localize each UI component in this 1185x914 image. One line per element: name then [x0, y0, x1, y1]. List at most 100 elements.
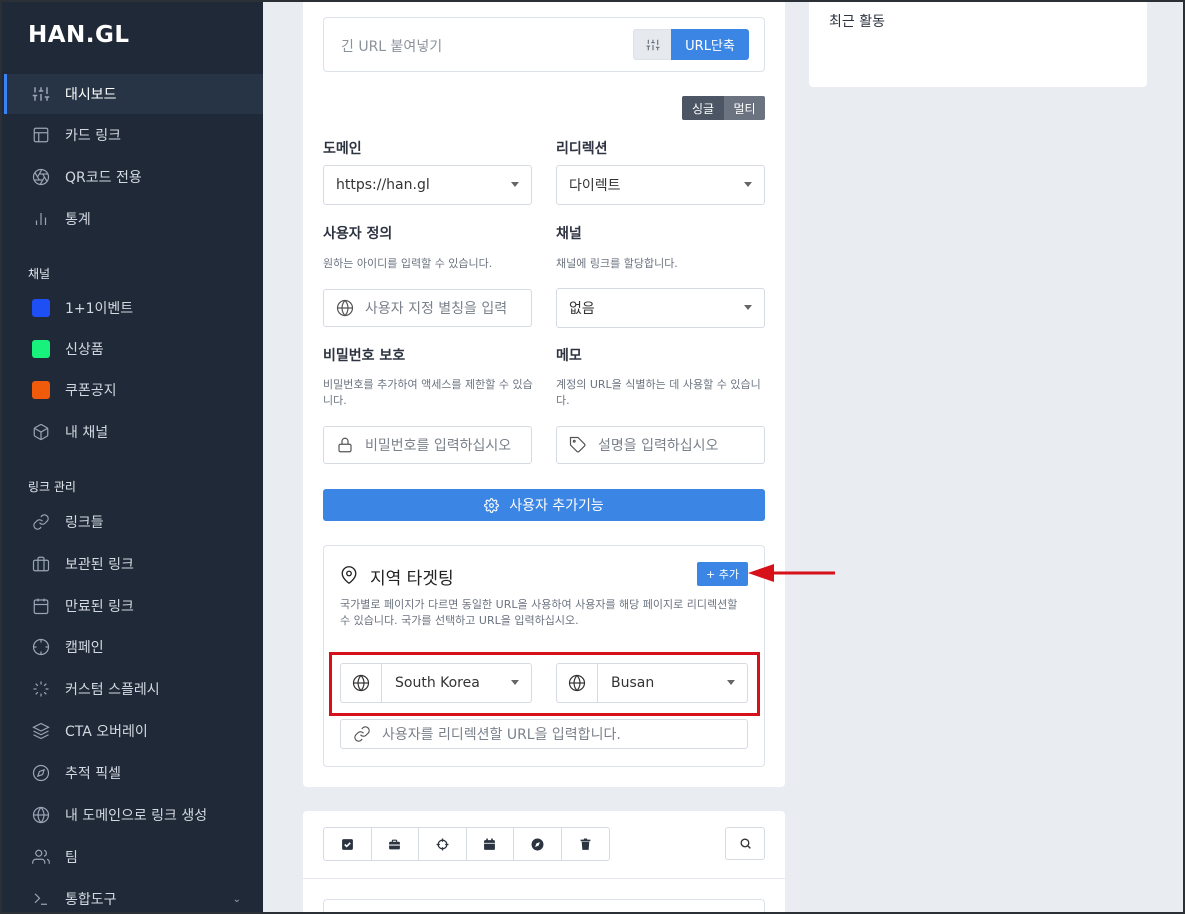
sliders-icon — [646, 39, 659, 50]
terminal-icon — [32, 890, 50, 908]
sidebar-item-campaign[interactable]: 캠페인 — [4, 627, 263, 667]
password-placeholder: 비밀번호를 입력하십시오 — [365, 438, 512, 454]
pixel-button[interactable] — [514, 828, 562, 860]
caret-down-icon — [744, 305, 752, 310]
globe-icon — [336, 299, 354, 317]
check-square-icon — [341, 838, 353, 850]
trash-icon — [580, 838, 591, 850]
sidebar-item-label: 내 도메인으로 링크 생성 — [65, 808, 208, 824]
sidebar-item-label: 카드 링크 — [65, 128, 121, 144]
crosshair-icon — [436, 838, 449, 850]
recent-activity-title: 최근 활동 — [829, 14, 885, 30]
sidebar-item-team[interactable]: 팀 — [4, 837, 263, 877]
briefcase-icon — [32, 555, 50, 573]
password-help: 비밀번호를 추가하여 액세스를 제한할 수 있습니다. — [323, 378, 533, 407]
password-label: 비밀번호 보호 — [323, 348, 406, 364]
domain-select-value: https://han.gl — [336, 177, 430, 193]
channel-color-swatch — [32, 299, 50, 317]
channel-label: 채널 — [556, 226, 582, 242]
sidebar-item-label: 보관된 링크 — [65, 557, 134, 573]
mode-single-button[interactable]: 싱글 — [682, 96, 724, 120]
campaign-button[interactable] — [419, 828, 467, 860]
options-button[interactable] — [633, 29, 672, 60]
section-channels: 채널 — [28, 267, 51, 281]
layers-icon — [32, 722, 50, 740]
link-icon — [353, 725, 371, 743]
delete-button[interactable] — [562, 828, 610, 860]
mode-multi-button[interactable]: 멀티 — [724, 96, 765, 120]
select-all-button[interactable] — [324, 828, 372, 860]
caret-down-icon — [511, 182, 519, 187]
compass-icon — [531, 838, 544, 850]
highlight-box — [329, 652, 760, 716]
sidebar-item-my-channel[interactable]: 내 채널 — [4, 412, 263, 452]
sidebar-item-label: 만료된 링크 — [65, 599, 134, 615]
password-input[interactable]: 비밀번호를 입력하십시오 — [323, 426, 532, 464]
long-url-input[interactable]: 긴 URL 붙여넣기 — [341, 36, 442, 56]
annotation-arrow — [748, 564, 835, 582]
sidebar-item-label: 팀 — [65, 850, 78, 866]
sidebar-item-label: 추적 픽셀 — [65, 766, 121, 782]
sidebar-item-card-link[interactable]: 카드 링크 — [4, 115, 263, 155]
memo-input[interactable]: 설명을 입력하십시오 — [556, 426, 765, 464]
memo-help: 계정의 URL을 식별하는 데 사용할 수 있습니다. — [556, 378, 761, 407]
list-item — [323, 899, 765, 914]
sliders-icon — [32, 85, 50, 103]
sidebar-item-pixel[interactable]: 추적 픽셀 — [4, 753, 263, 793]
sidebar: HAN.GL 대시보드 카드 링크 QR코드 전용 통계 채널 1+1이벤트 신… — [0, 0, 263, 914]
sidebar-item-stats[interactable]: 통계 — [4, 199, 263, 239]
gear-icon — [484, 497, 500, 513]
link-icon — [32, 513, 50, 531]
geo-redirect-url-input[interactable]: 사용자를 리디렉션할 URL을 입력합니다. — [340, 719, 748, 749]
caret-down-icon — [744, 182, 752, 187]
sidebar-item-integrations[interactable]: 통합도구 ⌄ — [4, 879, 263, 914]
redirect-select-value: 다이렉트 — [569, 178, 621, 194]
geo-add-button[interactable]: + 추가 — [697, 562, 748, 586]
sidebar-item-label: 쿠폰공지 — [65, 383, 117, 399]
compass-icon — [32, 764, 50, 782]
crosshair-icon — [32, 638, 50, 656]
channel-color-swatch — [32, 340, 50, 358]
users-icon — [32, 848, 50, 866]
calendar-button[interactable] — [467, 828, 514, 860]
sidebar-item-label: 신상품 — [65, 342, 104, 358]
custom-alias-placeholder: 사용자 지정 별칭을 입력 — [365, 301, 508, 317]
brand-logo[interactable]: HAN.GL — [28, 22, 130, 48]
bulk-actions-toolbar — [323, 827, 610, 861]
search-button[interactable] — [725, 827, 765, 860]
sidebar-item-links[interactable]: 링크들 — [4, 502, 263, 542]
channel-select[interactable]: 없음 — [556, 288, 765, 328]
geo-redirect-url-placeholder: 사용자를 리디렉션할 URL을 입력합니다. — [382, 727, 621, 743]
sidebar-item-archived[interactable]: 보관된 링크 — [4, 544, 263, 584]
sidebar-item-label: 1+1이벤트 — [65, 301, 134, 317]
tag-icon — [569, 436, 587, 454]
domain-select[interactable]: https://han.gl — [323, 165, 532, 205]
url-input-group: 긴 URL 붙여넣기 URL단축 — [323, 17, 765, 72]
sidebar-item-qr[interactable]: QR코드 전용 — [4, 157, 263, 197]
lock-icon — [336, 436, 354, 454]
sidebar-item-dashboard[interactable]: 대시보드 — [4, 74, 263, 114]
sidebar-item-label: 캠페인 — [65, 640, 104, 656]
globe-icon — [32, 806, 50, 824]
memo-placeholder: 설명을 입력하십시오 — [598, 438, 719, 454]
custom-alias-input[interactable]: 사용자 지정 별칭을 입력 — [323, 289, 532, 327]
shorten-button[interactable]: URL단축 — [671, 29, 749, 60]
sidebar-item-channel-1[interactable]: 1+1이벤트 — [4, 288, 263, 328]
channel-help: 채널에 링크를 할당합니다. — [556, 257, 678, 270]
sidebar-item-expired[interactable]: 만료된 링크 — [4, 586, 263, 626]
user-addon-button[interactable]: 사용자 추가기능 — [323, 489, 765, 521]
section-link-management: 링크 관리 — [28, 480, 76, 494]
sidebar-item-cta[interactable]: CTA 오버레이 — [4, 711, 263, 751]
redirect-select[interactable]: 다이렉트 — [556, 165, 765, 205]
calendar-icon — [484, 838, 496, 850]
sidebar-item-channel-3[interactable]: 쿠폰공지 — [4, 370, 263, 410]
archive-button[interactable] — [372, 828, 419, 860]
sidebar-item-label: QR코드 전용 — [65, 170, 142, 186]
geo-targeting-description: 국가별로 페이지가 다르면 동일한 URL을 사용하여 사용자를 해당 페이지로… — [340, 598, 738, 627]
sidebar-item-channel-2[interactable]: 신상품 — [4, 329, 263, 369]
bar-chart-icon — [32, 210, 50, 228]
chevron-down-icon: ⌄ — [232, 893, 241, 905]
sidebar-item-splash[interactable]: 커스텀 스플레시 — [4, 669, 263, 709]
sidebar-item-label: 통합도구 — [65, 892, 117, 908]
sidebar-item-custom-domain[interactable]: 내 도메인으로 링크 생성 — [4, 795, 263, 835]
